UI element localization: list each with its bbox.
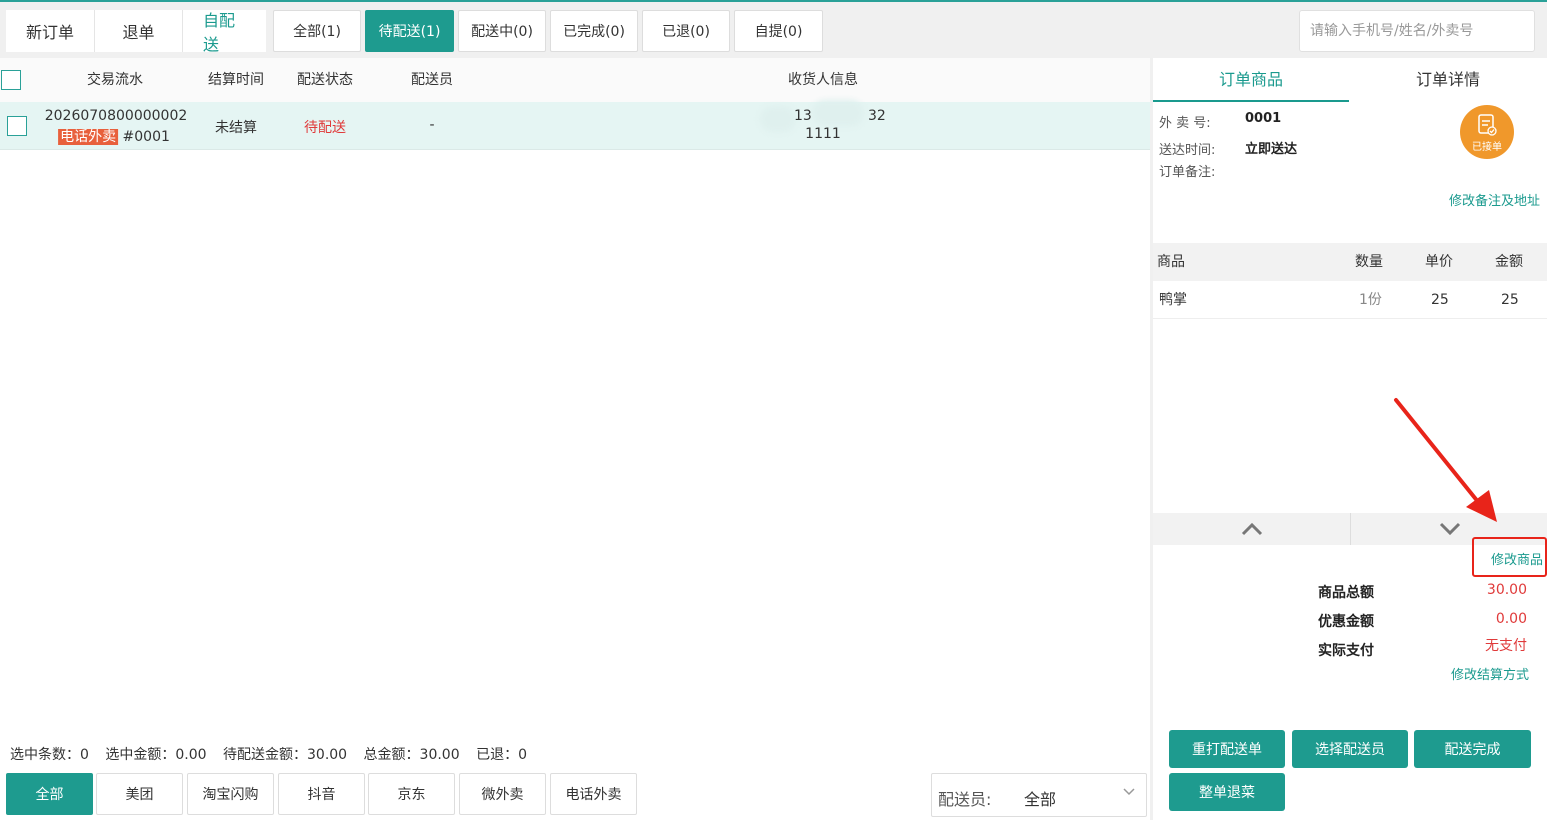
order-list-panel: 交易流水 结算时间 配送状态 配送员 收货人信息 202607080000000… [0,58,1150,820]
chevron-down-icon [1122,784,1136,802]
order-detail-panel: 订单商品 订单详情 外 卖 号: 0001 送达时间: 立即送达 订单备注: 已… [1153,58,1547,820]
goods-total-value: 30.00 [1486,582,1527,598]
status-tab-completed[interactable]: 已完成(0) [550,10,638,52]
status-tab-pending[interactable]: 待配送(1) [365,10,454,52]
selected-amount: 选中金额：0.00 [105,747,207,763]
col-price: 单价 [1425,254,1453,270]
col-goods: 商品 [1157,254,1185,270]
order-source: 电话外卖 #0001 [58,126,170,146]
goods-total-label: 商品总额 [1318,585,1374,601]
clipboard-check-icon [1478,114,1497,136]
refund-all-button[interactable]: 整单退菜 [1169,773,1285,811]
mode-tabs: 新订单 退单 自配送 [6,10,266,65]
badge-label: 已接单 [1472,142,1502,153]
source-tab-douyin[interactable]: 抖音 [278,773,365,815]
col-serial: 交易流水 [87,72,143,88]
discount-label: 优惠金额 [1318,614,1374,630]
takeout-no: 0001 [1245,111,1282,126]
paid-value: 无支付 [1485,638,1527,654]
privacy-blur [812,100,864,126]
pending-amount: 待配送金额：30.00 [223,747,348,763]
col-qty: 数量 [1355,254,1383,270]
rider-filter-select[interactable]: 配送员: 全部 [931,773,1147,817]
source-tab-jd[interactable]: 京东 [368,773,455,815]
select-rider-button[interactable]: 选择配送员 [1292,730,1408,768]
goods-name: 鸭掌 [1159,292,1187,308]
chevron-down-icon [1439,522,1460,536]
col-delivery-status: 配送状态 [297,72,353,88]
delivery-complete-button[interactable]: 配送完成 [1414,730,1531,768]
takeout-no-label: 外 卖 号: [1159,116,1211,131]
status-tab-all[interactable]: 全部(1) [273,10,361,52]
rider-filter-value: 全部 [1024,790,1057,809]
delivery-time-label: 送达时间: [1159,143,1216,158]
table-header: 交易流水 结算时间 配送状态 配送员 收货人信息 [0,58,1150,102]
delivery-time: 立即送达 [1245,142,1298,157]
receiver-address: 1111 [805,126,841,142]
discount-value: 0.00 [1495,611,1527,627]
summary-bar: 选中条数：0 选中金额：0.00 待配送金额：30.00 总金额：30.00 已… [10,744,539,764]
top-bar: 新订单 退单 自配送 全部(1) 待配送(1) 配送中(0) 已完成(0) 已退… [0,0,1547,65]
tab-self-delivery-label: 自配送 [183,0,266,65]
highlight-box [1472,537,1547,577]
source-tab-phone[interactable]: 电话外卖 [550,773,637,815]
serial-number: 2026070800000002 [44,108,188,124]
search-input[interactable] [1299,10,1535,52]
col-settle-time: 结算时间 [208,72,264,88]
source-tab-taobao[interactable]: 淘宝闪购 [187,773,274,815]
tab-self-delivery[interactable]: 自配送 [182,10,266,65]
col-rider: 配送员 [411,72,453,88]
status-tab-refunded[interactable]: 已退(0) [642,10,730,52]
receiver-phone-end: 32 [868,108,886,124]
goods-amount: 25 [1501,292,1519,308]
row-checkbox[interactable] [7,116,27,136]
scroll-up-button[interactable] [1153,513,1350,545]
tab-order-detail[interactable]: 订单详情 [1349,58,1547,102]
select-all-checkbox[interactable] [1,70,21,90]
source-tab-meituan[interactable]: 美团 [96,773,183,815]
rider-filter-label: 配送员: [938,790,992,809]
order-number: #0001 [122,129,170,145]
chevron-up-icon [1241,522,1262,536]
goods-price: 25 [1431,292,1449,308]
goods-row[interactable]: 鸭掌 1份 25 25 [1153,281,1547,319]
status-tab-delivering[interactable]: 配送中(0) [458,10,546,52]
remark-label: 订单备注: [1159,165,1216,180]
tab-new-orders[interactable]: 新订单 [6,10,94,52]
reprint-button[interactable]: 重打配送单 [1169,730,1285,768]
col-amount: 金额 [1495,254,1523,270]
delivery-status: 待配送 [304,120,346,136]
goods-qty: 1份 [1359,292,1382,308]
refunded-count: 已退：0 [476,747,528,763]
table-row[interactable]: 2026070800000002 电话外卖 #0001 未结算 待配送 - 13… [0,100,1150,150]
source-tab-all[interactable]: 全部 [6,773,93,815]
order-accepted-badge: 已接单 [1460,105,1514,159]
source-tab-weiwaimai[interactable]: 微外卖 [459,773,546,815]
goods-table-header: 商品 数量 单价 金额 [1153,243,1547,281]
col-receiver: 收货人信息 [788,72,858,88]
edit-remark-address-link[interactable]: 修改备注及地址 [1449,190,1540,209]
total-amount: 总金额：30.00 [363,747,460,763]
tab-order-goods[interactable]: 订单商品 [1153,58,1349,102]
settle-time: 未结算 [215,120,257,136]
source-tag: 电话外卖 [58,129,119,145]
status-tab-pickup[interactable]: 自提(0) [734,10,823,52]
selected-count: 选中条数：0 [10,747,89,763]
privacy-blur [760,106,796,132]
paid-label: 实际支付 [1318,643,1374,659]
tab-refunds[interactable]: 退单 [94,10,182,52]
detail-tabs: 订单商品 订单详情 [1153,58,1547,102]
rider-name: - [429,117,435,133]
receiver-phone-start: 13 [794,108,812,124]
edit-payment-link[interactable]: 修改结算方式 [1451,664,1529,683]
